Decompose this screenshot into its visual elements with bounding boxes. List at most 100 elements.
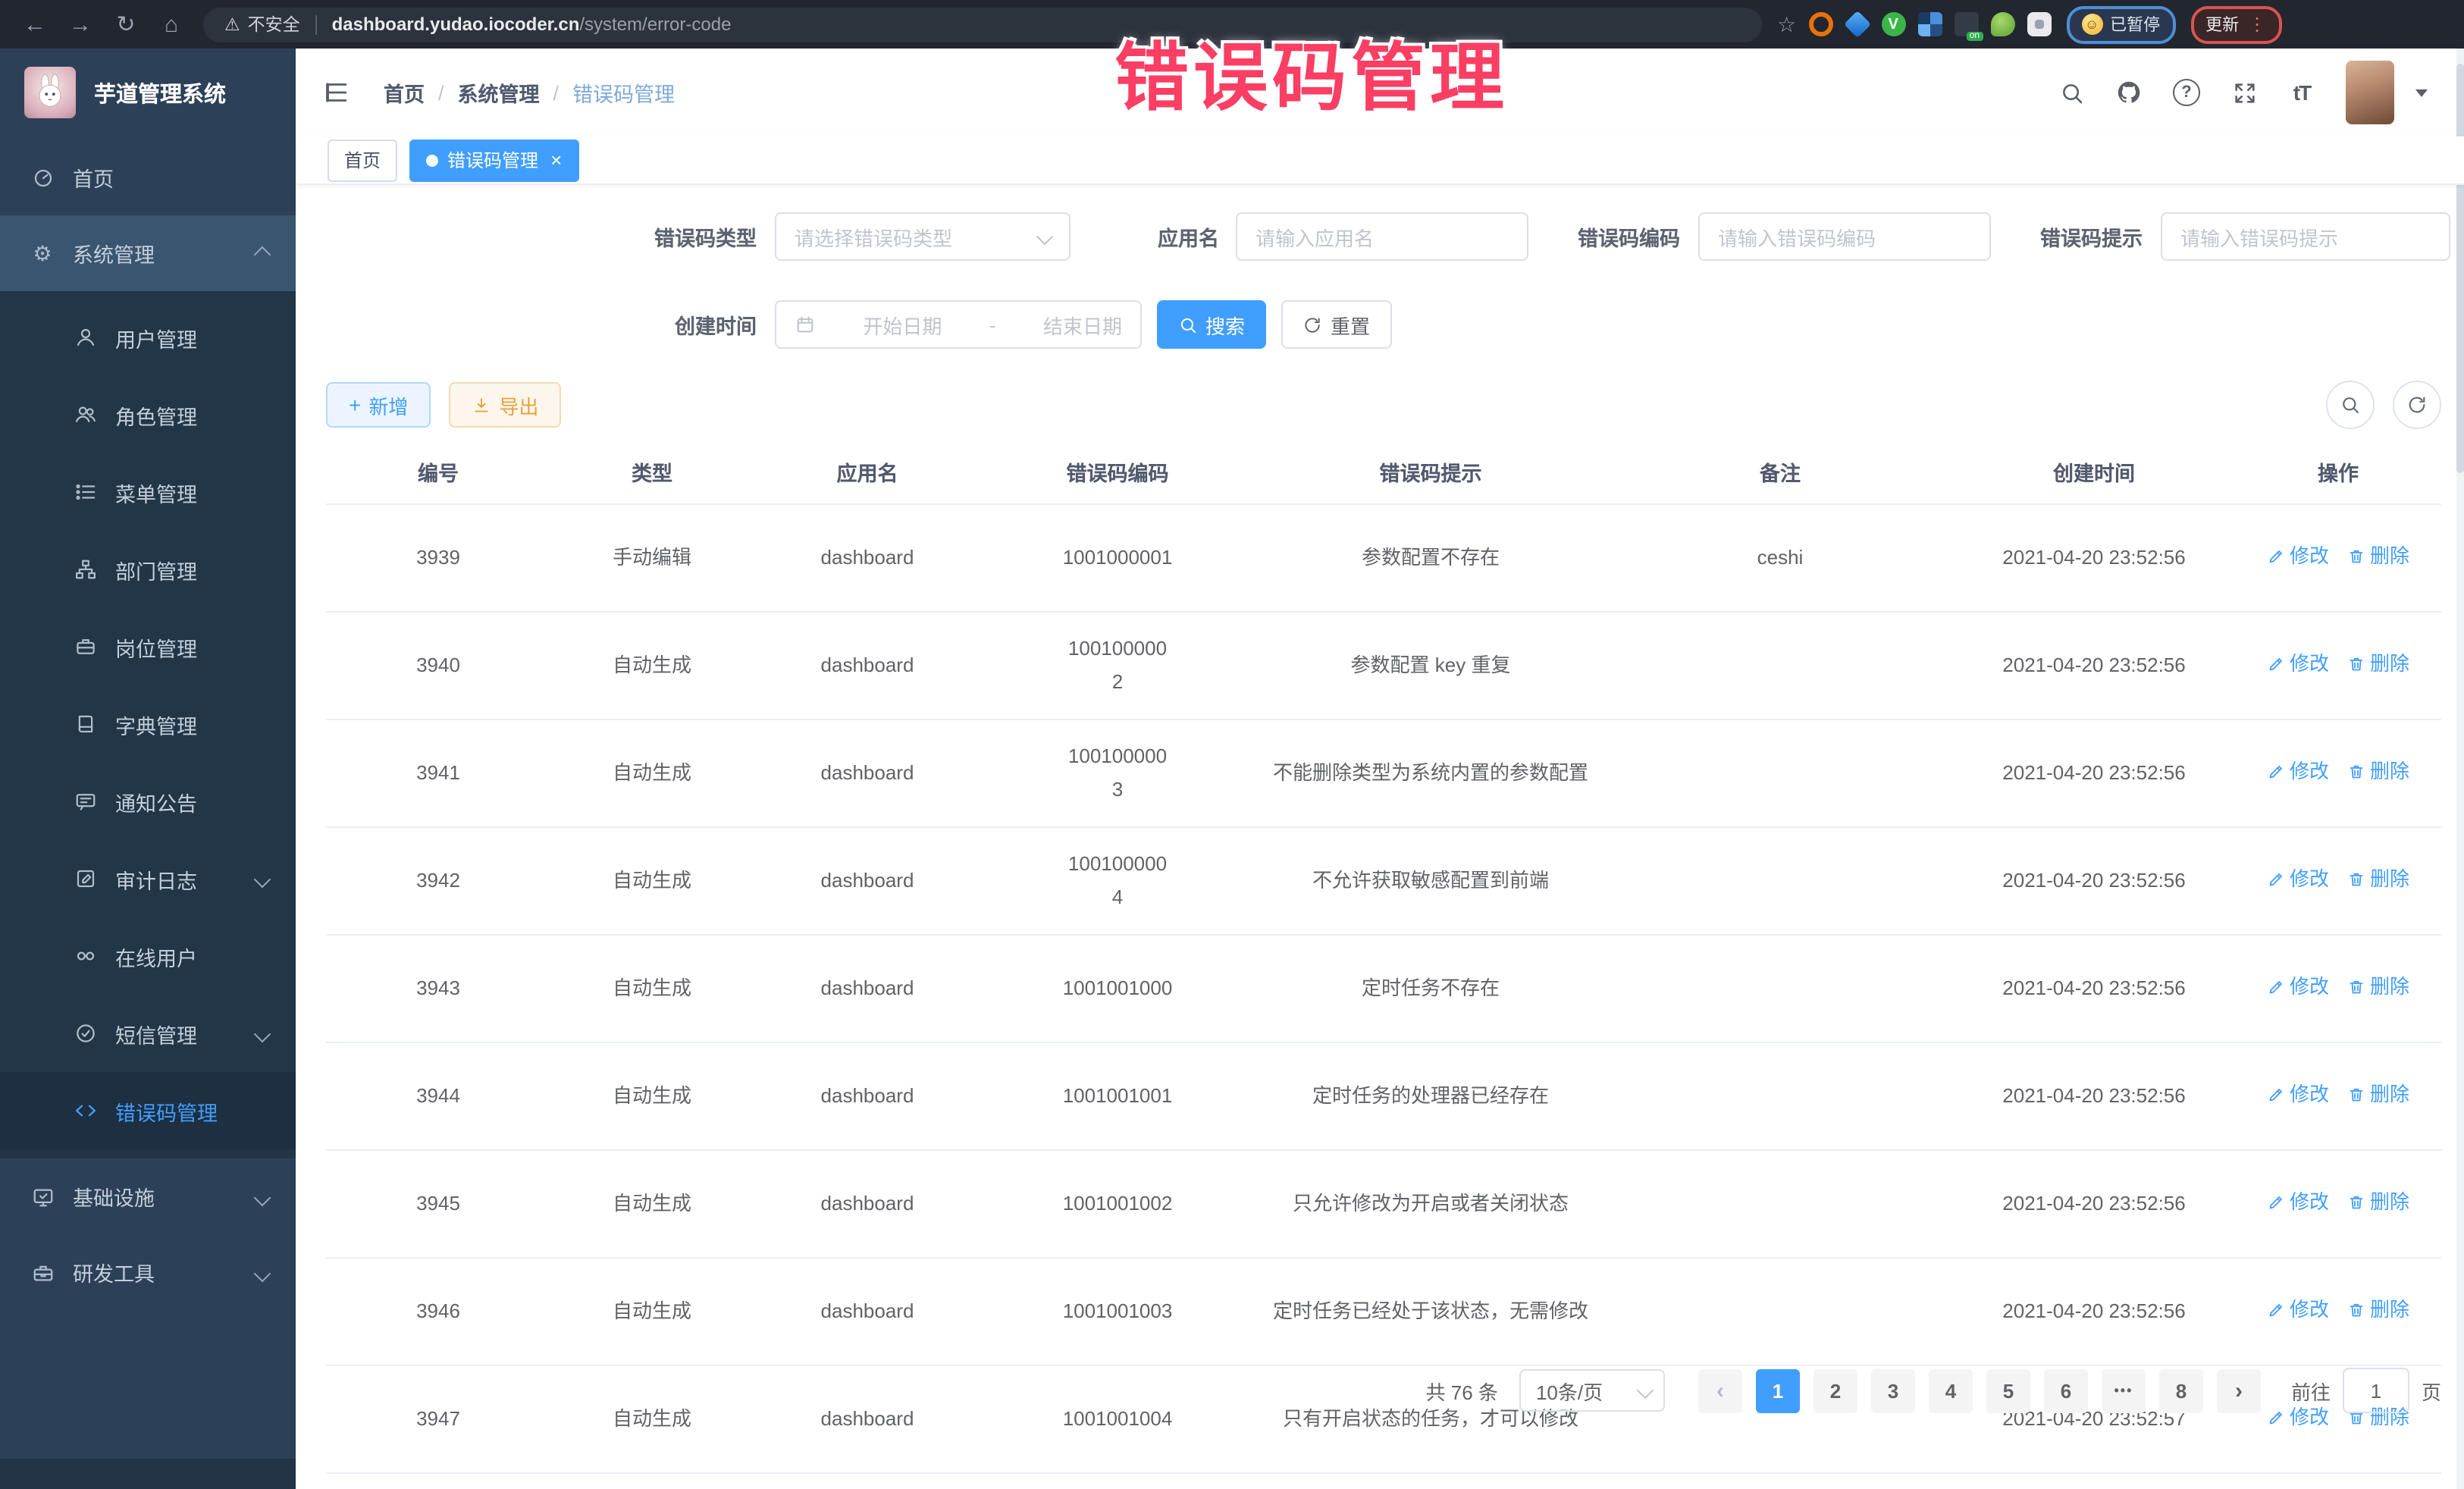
delete-link[interactable]: 删除 — [2347, 1186, 2409, 1219]
fullscreen-icon[interactable] — [2230, 79, 2258, 106]
edit-link[interactable]: 修改 — [2267, 970, 2329, 1004]
avatar-caret-icon[interactable] — [2415, 89, 2428, 96]
breadcrumb-item-1[interactable]: 系统管理 — [458, 77, 540, 108]
page-button-2[interactable]: 2 — [1814, 1368, 1857, 1412]
next-page-button[interactable]: › — [2217, 1368, 2261, 1412]
bookmark-star-icon[interactable]: ☆ — [1777, 11, 1796, 37]
home-icon[interactable]: ⌂ — [149, 11, 194, 37]
edit-link[interactable]: 修改 — [2267, 647, 2329, 681]
github-icon[interactable] — [2115, 79, 2143, 106]
column-header-3: 错误码编码 — [981, 458, 1254, 491]
breadcrumb-item-2: 错误码管理 — [572, 77, 675, 108]
sidebar-item-2[interactable]: 用户管理 — [0, 299, 296, 376]
delete-link[interactable]: 删除 — [2347, 647, 2409, 681]
sidebar-item-11[interactable]: 短信管理 — [0, 995, 296, 1072]
profile-paused-badge[interactable]: ☺ 已暂停 — [2066, 5, 2175, 43]
user-avatar[interactable] — [2346, 61, 2394, 124]
delete-link[interactable]: 删除 — [2347, 1078, 2409, 1111]
app-title: 芋道管理系统 — [94, 77, 226, 108]
sidebar-item-9[interactable]: 审计日志 — [0, 840, 296, 917]
reload-icon[interactable]: ↻ — [103, 11, 149, 38]
page-button-4[interactable]: 4 — [1929, 1368, 1973, 1412]
error-hint-input[interactable]: 请输入错误码提示 — [2161, 212, 2450, 261]
sidebar-item-4[interactable]: 菜单管理 — [0, 453, 296, 531]
edit-link[interactable]: 修改 — [2267, 863, 2329, 896]
page-button-1[interactable]: 1 — [1756, 1368, 1800, 1412]
edit-link[interactable]: 修改 — [2267, 1078, 2329, 1111]
address-bar[interactable]: ⚠ 不安全 dashboard.yudao.iocoder.cn/system/… — [203, 7, 1762, 42]
sidebar-item-label: 研发工具 — [73, 1257, 155, 1287]
page-list: 123456 ••• 8 — [1742, 1368, 2203, 1412]
search-button[interactable]: 搜索 — [1157, 300, 1266, 349]
delete-link[interactable]: 删除 — [2347, 755, 2409, 788]
sidebar-item-0[interactable]: 首页 — [0, 139, 296, 215]
reset-button[interactable]: 重置 — [1281, 300, 1392, 349]
table-row: 3945自动生成dashboard1001001002只允许修改为开启或者关闭状… — [326, 1151, 2441, 1259]
add-button[interactable]: + 新增 — [326, 382, 431, 428]
font-size-icon[interactable]: tT — [2288, 79, 2315, 106]
page-button-6[interactable]: 6 — [2044, 1368, 2088, 1412]
extensions-puzzle-icon[interactable] — [2027, 12, 2051, 36]
delete-link[interactable]: 删除 — [2347, 970, 2409, 1004]
edit-link[interactable]: 修改 — [2267, 755, 2329, 788]
extension-orange-ring-icon[interactable] — [1808, 12, 1832, 36]
sidebar-item-13[interactable]: 基础设施 — [0, 1158, 296, 1234]
browser-menu-dots-icon[interactable]: ⋮ — [2248, 15, 2266, 33]
sidebar-item-7[interactable]: 字典管理 — [0, 685, 296, 763]
sidebar-item-6[interactable]: 岗位管理 — [0, 608, 296, 685]
error-type-select[interactable]: 请选择错误码类型 — [775, 212, 1071, 261]
close-icon[interactable]: × — [550, 150, 562, 170]
delete-link[interactable]: 删除 — [2347, 540, 2409, 573]
scrollbar-thumb[interactable] — [2456, 64, 2464, 473]
goto-page-input[interactable]: 1 — [2343, 1368, 2409, 1413]
help-icon[interactable]: ? — [2173, 79, 2200, 106]
edit-link[interactable]: 修改 — [2267, 540, 2329, 573]
security-chip[interactable]: ⚠ 不安全 — [224, 12, 300, 36]
tab-1[interactable]: 错误码管理× — [409, 139, 578, 181]
page-ellipsis[interactable]: ••• — [2102, 1368, 2146, 1412]
edit-link[interactable]: 修改 — [2267, 1186, 2329, 1219]
refresh-table-icon[interactable] — [2393, 381, 2441, 429]
sidebar-item-10[interactable]: 在线用户 — [0, 917, 296, 995]
column-header-4: 错误码提示 — [1254, 458, 1607, 491]
back-icon[interactable]: ← — [12, 11, 58, 37]
app-name-input[interactable]: 请输入应用名 — [1236, 212, 1528, 261]
error-code-input[interactable]: 请输入错误码编码 — [1698, 212, 1991, 261]
sidebar-toggle-icon[interactable] — [323, 79, 350, 106]
toggle-search-icon[interactable] — [2326, 381, 2375, 429]
extension-blue-gem-icon[interactable] — [1843, 11, 1870, 38]
search-icon[interactable] — [2058, 79, 2085, 106]
sidebar-collapse-bar[interactable] — [0, 1459, 296, 1489]
page-size-select[interactable]: 10条/页 — [1519, 1369, 1665, 1412]
delete-link[interactable]: 删除 — [2347, 863, 2409, 896]
breadcrumb-item-0[interactable]: 首页 — [384, 77, 425, 108]
tab-0[interactable]: 首页 — [328, 139, 397, 181]
extension-green-sprout-icon[interactable] — [1990, 12, 2014, 36]
page-button-8[interactable]: 8 — [2159, 1368, 2203, 1412]
sidebar-item-8[interactable]: 通知公告 — [0, 763, 296, 840]
export-button[interactable]: 导出 — [449, 382, 561, 428]
page-button-5[interactable]: 5 — [1986, 1368, 2030, 1412]
sidebar-item-14[interactable]: 研发工具 — [0, 1234, 296, 1310]
cell-0: 3945 — [326, 1187, 550, 1221]
forward-icon[interactable]: → — [58, 11, 103, 37]
extension-grid-icon[interactable] — [1917, 12, 1942, 36]
sidebar-item-12[interactable]: 错误码管理 — [0, 1072, 296, 1149]
delete-link[interactable]: 删除 — [2347, 1293, 2409, 1327]
extension-vue-devtools-icon[interactable]: V — [1881, 12, 1905, 36]
date-range-picker[interactable]: 开始日期 - 结束日期 — [775, 300, 1142, 349]
table-row: 3944自动生成dashboard1001001001定时任务的处理器已经存在2… — [326, 1043, 2441, 1151]
sidebar-item-1[interactable]: ⚙系统管理 — [0, 215, 296, 291]
page-button-3[interactable]: 3 — [1871, 1368, 1915, 1412]
browser-update-button[interactable]: 更新 ⋮ — [2190, 5, 2281, 43]
sidebar-item-3[interactable]: 角色管理 — [0, 376, 296, 453]
goto-label: 前往 — [2291, 1376, 2331, 1405]
page-scrollbar[interactable] — [2456, 49, 2464, 1489]
sidebar-item-5[interactable]: 部门管理 — [0, 531, 296, 608]
org-tree-icon — [73, 557, 97, 581]
extension-on-badge-icon[interactable]: on — [1954, 12, 1978, 36]
table-body: 3939手动编辑dashboard1001000001参数配置不存在ceshi2… — [326, 505, 2441, 1489]
prev-page-button[interactable]: ‹ — [1698, 1368, 1742, 1412]
edit-link[interactable]: 修改 — [2267, 1293, 2329, 1327]
sidebar-logo-row[interactable]: 芋道管理系统 — [0, 49, 296, 136]
